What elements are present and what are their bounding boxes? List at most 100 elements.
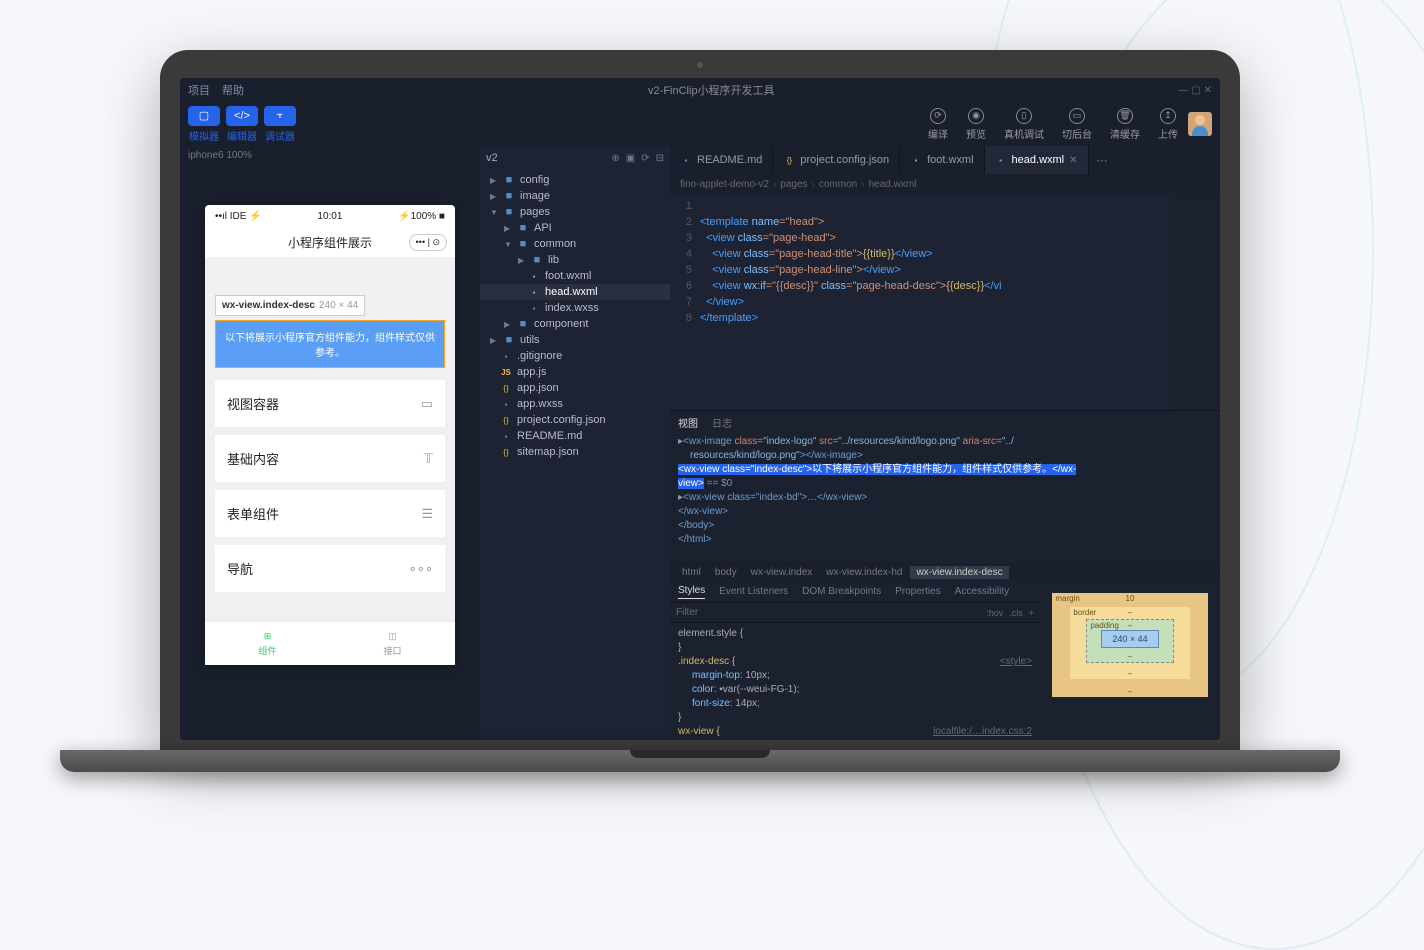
crumb-index[interactable]: wx-view.index [745,566,819,579]
tree-file[interactable]: {}app.json [480,380,670,396]
devtools-tabs: 视图 日志 [670,411,1220,433]
devtools-tab-elements[interactable]: 视图 [678,415,698,430]
cls-toggle[interactable]: .cls [1009,608,1023,618]
subtab-accessibility[interactable]: Accessibility [955,586,1009,597]
crumb[interactable]: head.wxml [869,179,917,190]
window-title: v2-FinClip小程序开发工具 [648,82,775,98]
upload-icon: ↥ [1160,108,1176,124]
simulator-panel: iphone6 100% ••ıl IDE ⚡ 10:01 ⚡100% ■ 小程… [180,146,480,740]
trash-icon: 🗑 [1117,108,1133,124]
inspector-tooltip: wx-view.index-desc240 × 44 [215,295,365,316]
subtab-properties[interactable]: Properties [895,586,941,597]
tab-foot[interactable]: ▪foot.wxml [900,146,984,174]
crumb[interactable]: fino-applet-demo-v2 [680,179,769,190]
list-item[interactable]: 导航∘∘∘ [215,545,445,592]
menu-project[interactable]: 项目 [188,82,210,98]
tree-folder[interactable]: ▶■API [480,220,670,236]
code-editor[interactable]: 12345678 <template name="head"> <view cl… [670,194,1220,410]
tree-file[interactable]: {}project.config.json [480,412,670,428]
action-cache[interactable]: 🗑清缓存 [1110,108,1140,141]
tree-file[interactable]: ▪head.wxml [480,284,670,300]
ide-screen: 项目 帮助 v2-FinClip小程序开发工具 — ▢ ✕ ▢模拟器 </>编辑… [180,78,1220,740]
menubar: 项目 帮助 v2-FinClip小程序开发工具 — ▢ ✕ [180,78,1220,102]
menu-help[interactable]: 帮助 [222,82,244,98]
subtab-dom-bp[interactable]: DOM Breakpoints [802,586,881,597]
mode-debugger[interactable]: ⫟调试器 [264,106,296,143]
hov-toggle[interactable]: :hov [986,608,1003,618]
subtab-styles[interactable]: Styles [678,585,705,599]
dom-breadcrumb: html body wx-view.index wx-view.index-hd… [670,563,1220,581]
crumb-body[interactable]: body [709,566,743,579]
action-compile[interactable]: ⟳编译 [928,108,948,141]
tab-readme[interactable]: ▪README.md [670,146,773,174]
tree-folder[interactable]: ▶■config [480,172,670,188]
tree-file[interactable]: ▪.gitignore [480,348,670,364]
crumb-index-hd[interactable]: wx-view.index-hd [820,566,908,579]
action-background[interactable]: ▭切后台 [1062,108,1092,141]
tree-folder[interactable]: ▼■pages [480,204,670,220]
capsule-menu[interactable]: ••• | ⊙ [409,234,447,251]
container-icon: ▭ [421,396,433,412]
eye-icon: ◉ [968,108,984,124]
battery-indicator: ⚡100% ■ [398,211,445,222]
editor-area: ▪README.md {}project.config.json ▪foot.w… [670,146,1220,740]
crumb[interactable]: common [819,179,857,190]
project-root[interactable]: v2 [486,152,498,164]
tree-folder[interactable]: ▶■image [480,188,670,204]
css-rules[interactable]: element.style { } .index-desc {<style> m… [670,623,1040,740]
action-preview[interactable]: ◉预览 [966,108,986,141]
subtab-listeners[interactable]: Event Listeners [719,586,788,597]
tree-file[interactable]: ▪app.wxss [480,396,670,412]
mode-editor[interactable]: </>编辑器 [226,106,258,143]
window-controls[interactable]: — ▢ ✕ [1179,85,1212,96]
tree-file[interactable]: {}sitemap.json [480,444,670,460]
list-item[interactable]: 表单组件☰ [215,490,445,537]
minimap[interactable] [1170,194,1220,410]
tab-api[interactable]: ◫接口 [330,622,455,665]
list-item[interactable]: 视图容器▭ [215,380,445,427]
compile-icon: ⟳ [930,108,946,124]
user-avatar[interactable] [1188,112,1212,136]
form-icon: ☰ [421,506,433,522]
device-info[interactable]: iphone6 100% [180,146,480,165]
tab-components[interactable]: ⊞组件 [205,622,330,665]
tree-file[interactable]: JSapp.js [480,364,670,380]
close-icon[interactable]: ✕ [1069,155,1077,166]
new-file-icon[interactable]: ⊕ [611,153,619,164]
new-folder-icon[interactable]: ▣ [626,153,635,164]
text-icon: 𝕋 [424,451,433,467]
tab-project-config[interactable]: {}project.config.json [773,146,900,174]
mode-simulator[interactable]: ▢模拟器 [188,106,220,143]
code-content[interactable]: <template name="head"> <view class="page… [700,194,1002,410]
tree-folder[interactable]: ▶■lib [480,252,670,268]
list-item[interactable]: 基础内容𝕋 [215,435,445,482]
refresh-icon[interactable]: ⟳ [641,153,649,164]
styles-filter[interactable]: Filter [676,607,698,618]
editor-tabs: ▪README.md {}project.config.json ▪foot.w… [670,146,1220,174]
dom-tree[interactable]: ▸<wx-image class="index-logo" src="../re… [670,433,1220,563]
tree-file[interactable]: ▪README.md [480,428,670,444]
crumb-html[interactable]: html [676,566,707,579]
tree-folder[interactable]: ▶■component [480,316,670,332]
tab-head[interactable]: ▪head.wxml✕ [985,146,1089,174]
action-remote[interactable]: ▯真机调试 [1004,108,1044,141]
phone-time: 10:01 [317,211,342,222]
tab-overflow[interactable]: ⋯ [1089,146,1116,174]
tree-file[interactable]: ▪index.wxss [480,300,670,316]
crumb-index-desc[interactable]: wx-view.index-desc [910,566,1008,579]
devtools: 视图 日志 ▸<wx-image class="index-logo" src=… [670,410,1220,740]
devtools-tab-log[interactable]: 日志 [712,415,732,430]
crumb[interactable]: pages [780,179,807,190]
camera-dot [697,62,703,68]
tree-folder[interactable]: ▶■utils [480,332,670,348]
tree-folder[interactable]: ▼■common [480,236,670,252]
box-model[interactable]: margin 10 border – padding – 240 × 44 – [1040,581,1220,740]
tree-file[interactable]: ▪foot.wxml [480,268,670,284]
collapse-icon[interactable]: ⊟ [656,153,664,164]
nav-icon: ∘∘∘ [409,561,433,577]
highlighted-element[interactable]: 以下将展示小程序官方组件能力，组件样式仅供参考。 [215,320,445,368]
file-explorer: v2 ⊕ ▣ ⟳ ⊟ ▶■config ▶■image ▼■pages ▶■API ▼… [480,146,670,740]
action-upload[interactable]: ↥上传 [1158,108,1178,141]
toolbar: ▢模拟器 </>编辑器 ⫟调试器 ⟳编译 ◉预览 ▯真机调试 ▭切后台 🗑清缓存… [180,102,1220,146]
add-rule[interactable]: + [1029,608,1034,618]
